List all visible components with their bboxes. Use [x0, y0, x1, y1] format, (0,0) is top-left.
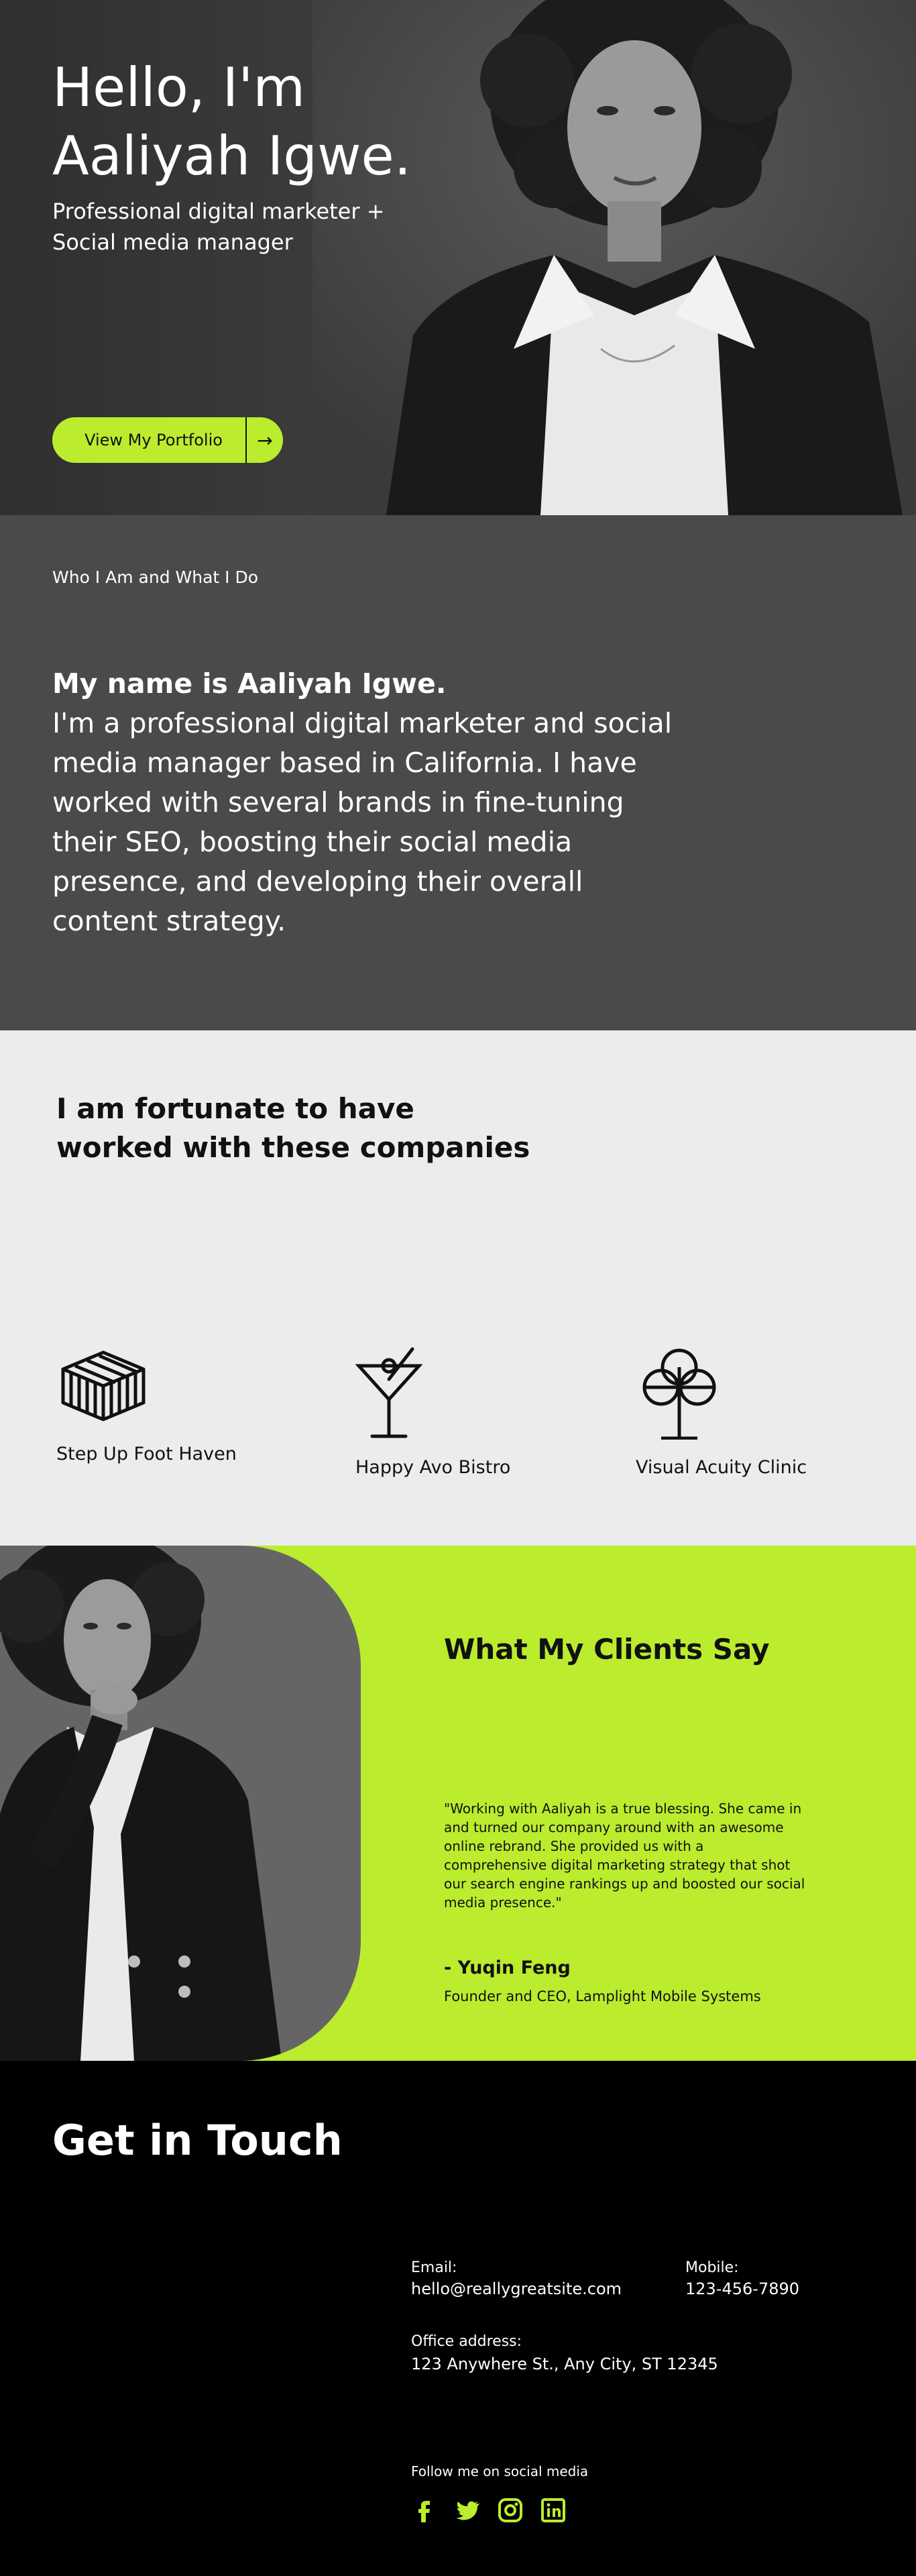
- social-links: [411, 2497, 567, 2524]
- hero-title-line2: Aaliyah Igwe.: [52, 125, 412, 187]
- company-step-up-foot-haven: Step Up Foot Haven: [56, 1346, 237, 1464]
- hero-title-line1: Hello, I'm: [52, 56, 306, 119]
- company-happy-avo-bistro: Happy Avo Bistro: [355, 1346, 510, 1478]
- testimonial-title: What My Clients Say: [444, 1633, 770, 1666]
- about-name-line: My name is Aaliyah Igwe.: [52, 667, 447, 700]
- linkedin-icon[interactable]: [540, 2497, 567, 2524]
- companies-title: I am fortunate to have worked with these…: [56, 1092, 530, 1164]
- hero-subtitle-line2: Social media manager: [52, 229, 293, 255]
- testimonial-role: Founder and CEO, Lamplight Mobile System…: [444, 1988, 761, 2004]
- hero-title: Hello, I'm Aaliyah Igwe.: [52, 54, 522, 191]
- companies-section: I am fortunate to have worked with these…: [0, 1030, 916, 1546]
- follow-label: Follow me on social media: [411, 2463, 589, 2479]
- company-label: Happy Avo Bistro: [355, 1457, 511, 1478]
- arrow-right-icon: →: [257, 429, 273, 451]
- testimonial-author: - Yuqin Feng: [444, 1957, 571, 1978]
- view-portfolio-label: View My Portfolio: [84, 431, 223, 449]
- hero-subtitle-line1: Professional digital marketer +: [52, 199, 385, 224]
- mobile-value: 123-456-7890: [685, 2279, 800, 2298]
- view-portfolio-button[interactable]: View My Portfolio →: [52, 417, 283, 463]
- clover-tree-icon: [642, 1348, 716, 1440]
- facebook-icon[interactable]: [411, 2497, 438, 2524]
- about-description: I'm a professional digital marketer and …: [52, 707, 673, 937]
- instagram-icon[interactable]: [497, 2497, 524, 2524]
- contact-title: Get in Touch: [52, 2116, 343, 2165]
- hero-section: Hello, I'm Aaliyah Igwe. Professional di…: [0, 0, 916, 515]
- company-label: Step Up Foot Haven: [56, 1444, 237, 1464]
- testimonial-section: What My Clients Say "Working with Aaliya…: [0, 1546, 916, 2061]
- portrait-photo-2: [0, 1546, 361, 2061]
- email-label: Email:: [411, 2259, 457, 2276]
- contact-section: Get in Touch Email: hello@reallygreatsit…: [0, 2061, 916, 2576]
- hero-subtitle: Professional digital marketer + Social m…: [52, 196, 481, 258]
- cocktail-glass-icon: [355, 1347, 422, 1438]
- twitter-icon[interactable]: [454, 2497, 481, 2524]
- striped-box-icon: [61, 1350, 146, 1421]
- client-section-photo: [0, 1546, 361, 2061]
- company-visual-acuity-clinic: Visual Acuity Clinic: [636, 1346, 807, 1478]
- address-label: Office address:: [411, 2333, 522, 2350]
- email-link[interactable]: hello@reallygreatsite.com: [411, 2279, 622, 2298]
- company-label: Visual Acuity Clinic: [636, 1457, 807, 1478]
- address-value: 123 Anywhere St., Any City, ST 12345: [411, 2355, 718, 2373]
- about-section: Who I Am and What I Do My name is Aaliya…: [0, 515, 916, 1030]
- about-kicker: Who I Am and What I Do: [52, 568, 259, 587]
- testimonial-quote: "Working with Aaliyah is a true blessing…: [444, 1801, 805, 1911]
- about-body: My name is Aaliyah Igwe. I'm a professio…: [52, 664, 676, 941]
- mobile-label: Mobile:: [685, 2259, 739, 2276]
